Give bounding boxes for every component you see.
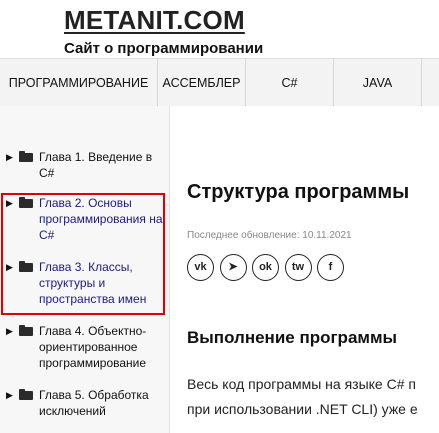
odnoklassniki-share-button[interactable]: ok: [252, 254, 279, 281]
sidebar-chapter-5[interactable]: ▶ Глава 5. Обработка исключений: [6, 387, 166, 419]
nav-item-java[interactable]: JAVA: [334, 59, 422, 107]
twitter-icon: tw: [291, 261, 305, 273]
folder-icon: [19, 197, 33, 208]
nav-item-csharp[interactable]: C#: [246, 59, 334, 107]
sidebar-chapter-label: Глава 1. Введение в C#: [39, 150, 153, 180]
folder-icon: [19, 389, 33, 400]
sidebar-chapter-4[interactable]: ▶ Глава 4. Объектно-ориентированное прог…: [6, 323, 166, 371]
body-paragraph: Весь код программы на языке C# п при исп…: [187, 372, 418, 422]
sidebar-chapter-3[interactable]: ▶ Глава 3. Классы, структуры и пространс…: [6, 259, 166, 307]
vk-icon: vk: [194, 261, 207, 273]
vk-share-button[interactable]: vk: [187, 254, 214, 281]
last-updated: Последнее обновление: 10.11.2021: [187, 230, 352, 241]
top-nav: ПРОГРАММИРОВАНИЕ АССЕМБЛЕР C# JAVA: [0, 58, 439, 108]
folder-icon: [19, 261, 33, 272]
sidebar-chapter-label: Глава 5. Обработка исключений: [39, 388, 149, 418]
sidebar-chapter-2[interactable]: ▶ Глава 2. Основы программирования на C#: [6, 195, 166, 243]
social-share-bar: vk ➤ ok tw f: [187, 254, 350, 281]
main-content: Структура программы Последнее обновление…: [170, 106, 439, 433]
expand-arrow-icon[interactable]: ▶: [6, 326, 19, 337]
nav-item-more[interactable]: [422, 59, 439, 107]
page-title: Структура программы: [187, 181, 410, 203]
paragraph-line: Весь код программы на языке C# п: [187, 376, 416, 392]
sidebar-chapter-label: Глава 3. Классы, структуры и пространств…: [39, 260, 147, 306]
odnoklassniki-icon: ok: [259, 261, 272, 273]
twitter-share-button[interactable]: tw: [284, 254, 312, 281]
chapter-sidebar: ▶ Глава 1. Введение в C# ▶ Глава 2. Осно…: [0, 106, 170, 433]
site-header: METANIT.COM Сайт о программировании: [0, 0, 439, 58]
site-logo-link[interactable]: METANIT.COM: [64, 5, 245, 36]
paragraph-line: при использовании .NET CLI) уже е: [187, 401, 418, 417]
folder-icon: [19, 151, 33, 162]
site-tagline: Сайт о программировании: [64, 40, 264, 57]
expand-arrow-icon[interactable]: ▶: [6, 152, 19, 163]
facebook-icon: f: [328, 261, 333, 273]
telegram-icon: ➤: [228, 261, 238, 273]
facebook-share-button[interactable]: f: [317, 254, 344, 281]
section-title: Выполнение программы: [187, 328, 398, 347]
telegram-share-button[interactable]: ➤: [219, 254, 247, 281]
expand-arrow-icon[interactable]: ▶: [6, 198, 19, 209]
sidebar-chapter-1[interactable]: ▶ Глава 1. Введение в C#: [6, 149, 166, 181]
nav-item-programming[interactable]: ПРОГРАММИРОВАНИЕ: [0, 59, 158, 107]
expand-arrow-icon[interactable]: ▶: [6, 262, 19, 273]
sidebar-chapter-label: Глава 4. Объектно-ориентированное програ…: [39, 324, 147, 370]
folder-icon: [19, 325, 33, 336]
sidebar-chapter-label: Глава 2. Основы программирования на C#: [39, 196, 163, 242]
expand-arrow-icon[interactable]: ▶: [6, 390, 19, 401]
nav-item-assembler[interactable]: АССЕМБЛЕР: [158, 59, 246, 107]
